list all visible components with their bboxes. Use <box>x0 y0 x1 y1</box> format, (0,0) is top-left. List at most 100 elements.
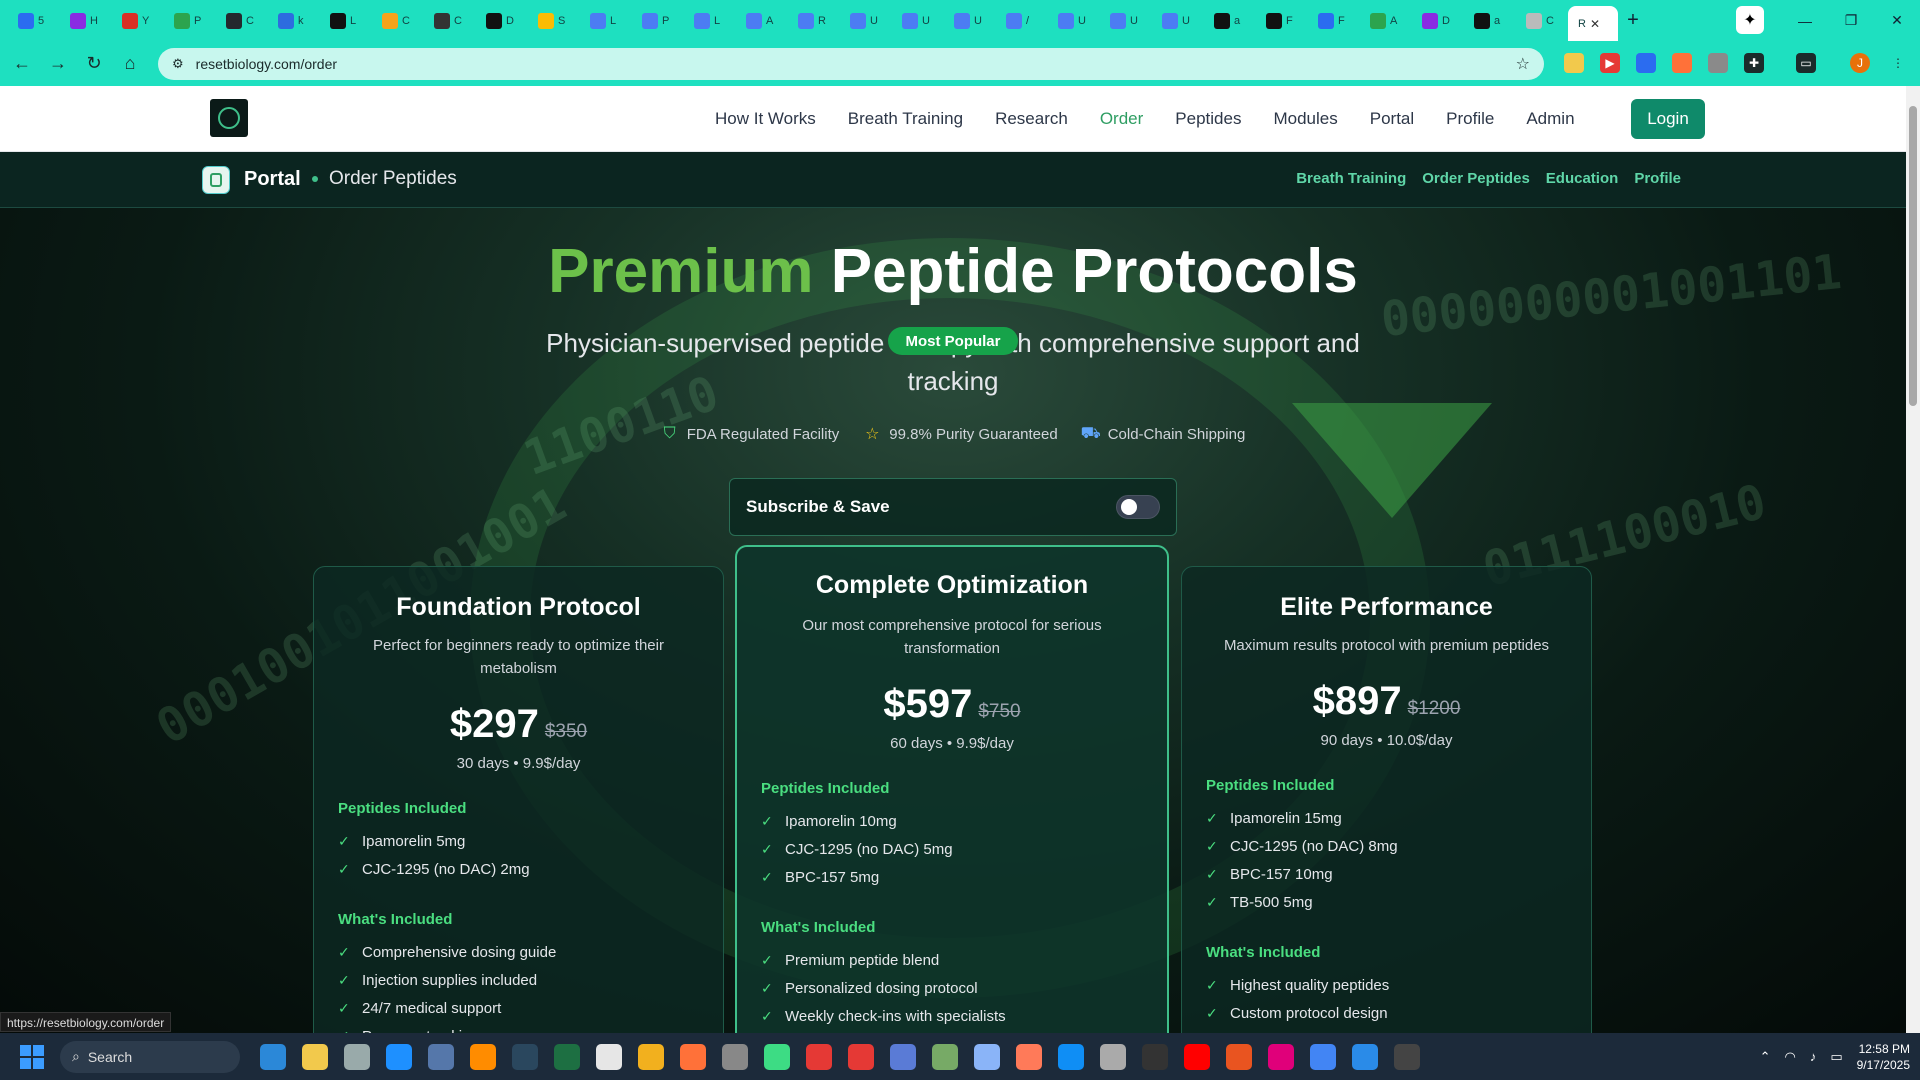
browser-tab[interactable]: / <box>996 6 1048 36</box>
nav-link-profile[interactable]: Profile <box>1446 109 1494 129</box>
taskbar-app-icon[interactable] <box>1016 1043 1042 1070</box>
windows-start-icon[interactable] <box>20 1044 44 1069</box>
nav-link-peptides[interactable]: Peptides <box>1175 109 1241 129</box>
browser-tab[interactable]: R <box>788 6 840 36</box>
profile-avatar[interactable]: J <box>1850 53 1870 73</box>
address-bar[interactable]: ⚙ resetbiology.com/order ☆ <box>158 48 1544 80</box>
reload-button[interactable]: ↻ <box>76 46 112 82</box>
browser-tab[interactable]: A <box>1360 6 1412 36</box>
browser-tab[interactable]: C <box>424 6 476 36</box>
taskbar-app-icon[interactable] <box>638 1043 664 1070</box>
browser-tab[interactable]: H <box>60 6 112 36</box>
nav-link-order[interactable]: Order <box>1100 109 1143 129</box>
portal-link-education[interactable]: Education <box>1546 170 1619 187</box>
subscribe-toggle[interactable] <box>1116 495 1160 519</box>
browser-tab[interactable]: F <box>1308 6 1360 36</box>
taskbar-app-icon[interactable] <box>302 1043 328 1070</box>
browser-tab[interactable]: k <box>268 6 320 36</box>
login-button[interactable]: Login <box>1631 99 1705 139</box>
taskbar-app-icon[interactable] <box>554 1043 580 1070</box>
extension-icon[interactable] <box>1708 53 1728 73</box>
taskbar-app-icon[interactable] <box>890 1043 916 1070</box>
wifi-icon[interactable]: ◠ <box>1784 1049 1795 1065</box>
browser-tab[interactable]: C <box>372 6 424 36</box>
browser-tab[interactable]: S <box>528 6 580 36</box>
back-button[interactable]: ← <box>4 46 40 82</box>
active-browser-tab[interactable]: R ✕ <box>1568 5 1618 42</box>
extension-icon[interactable] <box>1564 53 1584 73</box>
taskbar-app-icon[interactable] <box>1058 1043 1084 1070</box>
browser-menu-icon[interactable]: ⋮ <box>1888 53 1908 73</box>
taskbar-app-icon[interactable] <box>1226 1043 1252 1070</box>
browser-tab[interactable]: U <box>1152 6 1204 36</box>
browser-tab[interactable]: P <box>164 6 216 36</box>
browser-tab[interactable]: U <box>840 6 892 36</box>
home-button[interactable]: ⌂ <box>112 46 148 82</box>
browser-tab[interactable]: P <box>632 6 684 36</box>
extension-icon[interactable]: ▶ <box>1600 53 1620 73</box>
nav-link-admin[interactable]: Admin <box>1526 109 1574 129</box>
battery-icon[interactable]: ▭ <box>1830 1049 1842 1065</box>
portal-link-profile[interactable]: Profile <box>1634 170 1681 187</box>
nav-link-research[interactable]: Research <box>995 109 1068 129</box>
browser-tab[interactable]: L <box>580 6 632 36</box>
taskbar-app-icon[interactable] <box>386 1043 412 1070</box>
gemini-icon[interactable]: ✦ <box>1736 6 1764 34</box>
taskbar-app-icon[interactable] <box>764 1043 790 1070</box>
taskbar-app-icon[interactable] <box>1100 1043 1126 1070</box>
browser-tab[interactable]: a <box>1464 6 1516 36</box>
taskbar-app-icon[interactable] <box>428 1043 454 1070</box>
taskbar-app-icon[interactable] <box>848 1043 874 1070</box>
taskbar-app-icon[interactable] <box>1352 1043 1378 1070</box>
browser-tab[interactable]: Y <box>112 6 164 36</box>
browser-tab[interactable]: a <box>1204 6 1256 36</box>
page-scrollbar[interactable] <box>1906 86 1920 1033</box>
bookmark-star-icon[interactable]: ☆ <box>1516 54 1530 74</box>
tray-chevron-icon[interactable]: ⌃ <box>1760 1049 1771 1065</box>
browser-tab[interactable]: U <box>944 6 996 36</box>
nav-link-how-it-works[interactable]: How It Works <box>715 109 816 129</box>
taskbar-search[interactable]: ⌕ Search <box>60 1040 240 1073</box>
extensions-puzzle-icon[interactable]: ✚ <box>1744 53 1764 73</box>
portal-link-order-peptides[interactable]: Order Peptides <box>1422 170 1530 187</box>
new-tab-button[interactable]: + <box>1618 6 1648 36</box>
taskbar-app-icon[interactable] <box>1184 1043 1210 1070</box>
taskbar-app-icon[interactable] <box>680 1043 706 1070</box>
extension-icon[interactable] <box>1672 53 1692 73</box>
portal-title[interactable]: Portal <box>244 168 301 191</box>
browser-tab[interactable]: U <box>1048 6 1100 36</box>
plan-card[interactable]: Foundation Protocol Perfect for beginners… <box>313 566 724 1080</box>
browser-tab[interactable]: C <box>1516 6 1568 36</box>
site-logo[interactable] <box>210 99 248 137</box>
taskbar-app-icon[interactable] <box>260 1043 286 1070</box>
taskbar-app-icon[interactable] <box>722 1043 748 1070</box>
browser-tab[interactable]: C <box>216 6 268 36</box>
plan-card[interactable]: Elite Performance Maximum results protoco… <box>1181 566 1592 1080</box>
nav-link-modules[interactable]: Modules <box>1273 109 1337 129</box>
minimize-button[interactable]: — <box>1782 13 1828 29</box>
taskbar-app-icon[interactable] <box>974 1043 1000 1070</box>
browser-tab[interactable]: A <box>736 6 788 36</box>
plan-card[interactable]: Complete Optimization Our most comprehens… <box>735 545 1169 1065</box>
nav-link-breath-training[interactable]: Breath Training <box>848 109 963 129</box>
taskbar-app-icon[interactable] <box>470 1043 496 1070</box>
taskbar-app-icon[interactable] <box>344 1043 370 1070</box>
taskbar-app-icon[interactable] <box>1394 1043 1420 1070</box>
tab-search-icon[interactable]: ▭ <box>1796 53 1816 73</box>
close-window-button[interactable]: ✕ <box>1874 12 1920 29</box>
browser-tab[interactable]: F <box>1256 6 1308 36</box>
taskbar-app-icon[interactable] <box>596 1043 622 1070</box>
volume-icon[interactable]: ♪ <box>1810 1049 1817 1064</box>
taskbar-app-icon[interactable] <box>1142 1043 1168 1070</box>
taskbar-app-icon[interactable] <box>932 1043 958 1070</box>
taskbar-app-icon[interactable] <box>512 1043 538 1070</box>
browser-tab[interactable]: L <box>320 6 372 36</box>
browser-tab[interactable]: 5 <box>8 6 60 36</box>
close-tab-icon[interactable]: ✕ <box>1590 17 1600 31</box>
portal-link-breath-training[interactable]: Breath Training <box>1296 170 1406 187</box>
forward-button[interactable]: → <box>40 46 76 82</box>
restore-button[interactable]: ❐ <box>1828 12 1874 29</box>
extension-icon[interactable] <box>1636 53 1656 73</box>
browser-tab[interactable]: U <box>892 6 944 36</box>
taskbar-app-icon[interactable] <box>1310 1043 1336 1070</box>
